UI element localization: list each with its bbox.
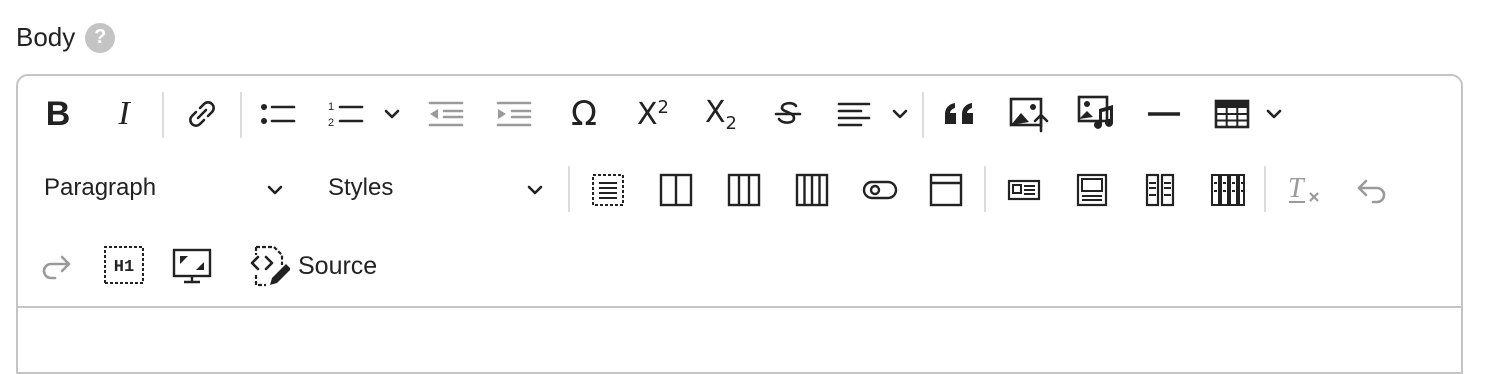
styles-dropdown[interactable]: Styles: [312, 166, 552, 212]
insert-image-button[interactable]: [1004, 92, 1054, 136]
hero-card-icon: [1076, 173, 1108, 207]
bulleted-list-icon: [261, 104, 296, 124]
four-column-layout-button[interactable]: [790, 168, 834, 212]
bulleted-list-button[interactable]: [256, 92, 300, 136]
superscript-icon: X2: [636, 96, 669, 132]
table-icon: [1214, 99, 1250, 129]
card-button[interactable]: [924, 168, 968, 212]
toolbar-separator: [162, 92, 164, 138]
heading-outline-button[interactable]: H1: [102, 242, 146, 290]
styles-dropdown-label: Styles: [328, 174, 394, 201]
numbered-list-button[interactable]: 1 2: [324, 92, 368, 136]
layout-box-icon: [592, 174, 624, 206]
monitor-icon: [172, 248, 212, 284]
link-icon: [189, 101, 215, 127]
source-button[interactable]: Source: [246, 242, 396, 290]
insert-media-button[interactable]: [1072, 92, 1122, 136]
outdent-icon: [428, 101, 464, 127]
two-column-layout-button[interactable]: [654, 168, 698, 212]
two-card-grid-icon: [1145, 173, 1175, 207]
horizontal-line-icon: [1148, 112, 1180, 116]
three-column-layout-button[interactable]: [722, 168, 766, 212]
superscript-button[interactable]: X2: [628, 92, 678, 136]
omega-icon: Ω: [571, 94, 597, 134]
numbered-list-icon: 1 2: [328, 101, 364, 129]
field-label-row: Body ?: [16, 22, 116, 53]
redo-icon: [42, 255, 71, 280]
toolbar-separator: [922, 92, 924, 138]
button-link-button[interactable]: [858, 168, 902, 212]
italic-icon: I: [118, 95, 130, 132]
toolbar-separator: [1264, 166, 1266, 212]
media-card-button[interactable]: [1002, 168, 1046, 212]
chevron-down-icon: [1266, 109, 1282, 119]
strikethrough-button[interactable]: [766, 92, 810, 136]
svg-text:H1: H1: [114, 258, 134, 277]
field-label: Body: [16, 22, 76, 52]
undo-icon: [1357, 179, 1386, 204]
fullscreen-button[interactable]: [170, 244, 214, 288]
four-card-grid-button[interactable]: [1206, 168, 1250, 212]
source-label: Source: [298, 251, 378, 280]
image-upload-icon: [1009, 97, 1049, 133]
insert-table-button[interactable]: [1210, 92, 1254, 136]
outdent-button[interactable]: [424, 92, 468, 136]
heading-outline-icon: H1: [104, 246, 144, 284]
link-button[interactable]: [180, 92, 224, 136]
four-card-grid-icon: [1211, 174, 1245, 206]
alignment-dropdown[interactable]: [888, 100, 912, 128]
three-column-icon: [727, 173, 761, 207]
align-left-icon: [837, 102, 871, 127]
toolbar-separator: [240, 92, 242, 138]
undo-button[interactable]: [1350, 168, 1394, 212]
svg-text:T: T: [1288, 173, 1306, 204]
hero-card-button[interactable]: [1070, 168, 1114, 212]
toolbar-divider: [18, 306, 1461, 308]
chevron-down-icon: [267, 185, 283, 195]
editor-toolbar: B I 1 2 Ω X2 X2 Paragraph Styles T H1 So…: [16, 74, 1463, 374]
quote-icon: [945, 103, 973, 124]
chevron-down-icon: [384, 109, 400, 119]
blockquote-button[interactable]: [938, 92, 982, 136]
two-column-icon: [659, 173, 693, 207]
strikethrough-icon: [774, 101, 802, 124]
chevron-down-icon: [527, 185, 543, 195]
heading-dropdown-label: Paragraph: [44, 174, 157, 201]
svg-text:2: 2: [328, 117, 334, 129]
four-column-icon: [795, 173, 829, 207]
italic-button[interactable]: I: [104, 92, 144, 136]
alignment-button[interactable]: [832, 92, 876, 136]
svg-text:1: 1: [328, 101, 334, 113]
remove-format-button[interactable]: T: [1282, 168, 1326, 212]
toolbar-separator: [568, 166, 570, 212]
redo-button[interactable]: [34, 244, 78, 288]
media-icon: [1077, 95, 1113, 129]
media-card-icon: [1007, 179, 1041, 201]
heading-dropdown[interactable]: Paragraph: [28, 166, 298, 212]
two-card-grid-button[interactable]: [1138, 168, 1182, 212]
toolbar-separator: [984, 166, 986, 212]
special-characters-button[interactable]: Ω: [562, 92, 606, 136]
layout-box-button[interactable]: [586, 168, 630, 212]
card-icon: [929, 173, 963, 207]
indent-icon: [496, 101, 532, 127]
bold-button[interactable]: B: [38, 92, 78, 136]
table-dropdown[interactable]: [1262, 100, 1286, 128]
subscript-icon: X2: [704, 94, 737, 134]
horizontal-line-button[interactable]: [1142, 92, 1186, 136]
help-icon[interactable]: ?: [85, 22, 116, 53]
subscript-button[interactable]: X2: [696, 92, 746, 136]
toggle-button-icon: [862, 180, 898, 200]
source-icon: [250, 245, 290, 287]
chevron-down-icon: [892, 109, 908, 119]
indent-button[interactable]: [492, 92, 536, 136]
numbered-list-dropdown[interactable]: [380, 100, 404, 128]
remove-format-icon: T: [1288, 173, 1319, 204]
bold-icon: B: [45, 94, 71, 133]
